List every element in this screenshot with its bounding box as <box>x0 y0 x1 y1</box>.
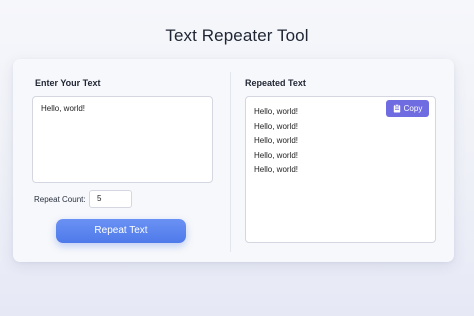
output-line: Hello, world! <box>254 136 299 146</box>
output-box: Hello, world! Hello, world! Hello, world… <box>245 96 436 243</box>
output-line: Hello, world! <box>254 107 299 116</box>
input-section-label: Enter Your Text <box>35 78 101 88</box>
output-lines: Hello, world! Hello, world! Hello, world… <box>254 105 298 178</box>
output-section-label: Repeated Text <box>245 78 306 88</box>
repeat-count-label: Repeat Count: <box>34 195 86 204</box>
page-title: Text Repeater Tool <box>165 26 309 45</box>
text-input[interactable]: Hello, world! <box>32 96 213 183</box>
clipboard-icon <box>393 104 401 113</box>
repeat-count-input[interactable]: 5 <box>89 190 132 208</box>
output-line: Hello, world! <box>254 165 299 175</box>
copy-button-label: Copy <box>403 104 423 113</box>
output-line: Hello, world! <box>254 150 299 160</box>
output-line: Hello, world! <box>254 121 299 131</box>
section-divider <box>230 72 231 252</box>
repeat-text-button[interactable]: Repeat Text <box>56 219 186 243</box>
copy-button[interactable]: Copy <box>386 100 429 117</box>
